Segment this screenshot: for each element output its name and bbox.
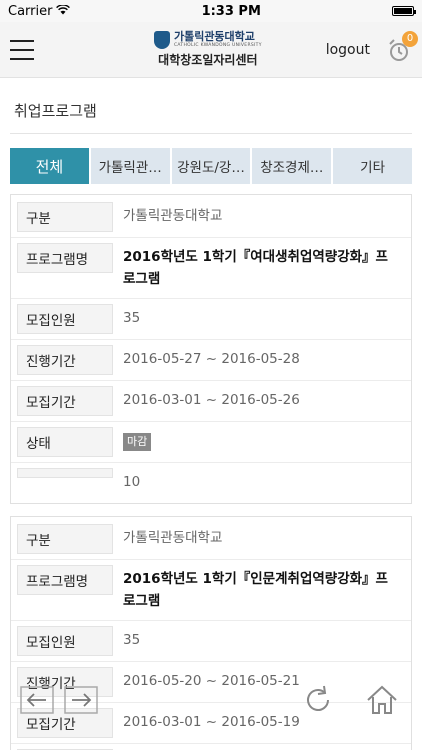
value-program-name: 2016학년도 1학기『여대생취업역량강화』프로그램	[123, 249, 388, 287]
row-division: 구분 가톨릭관동대학교	[11, 197, 411, 238]
program-card[interactable]: 구분 가톨릭관동대학교 프로그램명 2016학년도 1학기『여대생취업역량강화』…	[10, 194, 412, 504]
university-logo: 가톨릭관동대학교 CATHOLIC KWANDONG UNIVERSITY 대학…	[153, 31, 262, 68]
label-recruit-count: 모집인원	[17, 626, 113, 656]
value-progress-period: 2016-05-20 ~ 2016-05-21	[123, 673, 300, 689]
arrow-left-icon	[20, 686, 54, 714]
status-time: 1:33 PM	[201, 3, 261, 19]
carrier-label: Carrier	[8, 3, 53, 19]
status-badge: 마감	[123, 433, 152, 451]
label-program-name: 프로그램명	[17, 243, 113, 273]
label-division: 구분	[17, 524, 113, 554]
wifi-icon	[56, 3, 71, 19]
label-status: 상태	[17, 427, 113, 457]
row-status: 상태 마감	[11, 744, 411, 750]
row-status: 상태 마감	[11, 422, 411, 463]
tab-catholic-kwandong[interactable]: 가톨릭관…	[90, 148, 170, 184]
tab-etc[interactable]: 기타	[333, 148, 412, 184]
status-left: Carrier	[8, 3, 71, 19]
value-division: 가톨릭관동대학교	[123, 530, 223, 546]
status-bar: Carrier 1:33 PM	[0, 0, 422, 22]
label-recruit-period: 모집기간	[17, 386, 113, 416]
label-empty	[17, 468, 113, 478]
back-button[interactable]	[20, 686, 54, 714]
battery-icon	[391, 6, 416, 16]
app-header: 가톨릭관동대학교 CATHOLIC KWANDONG UNIVERSITY 대학…	[0, 22, 422, 78]
row-recruit-count: 모집인원 35	[11, 621, 411, 662]
alarm-button[interactable]: 0	[386, 30, 418, 63]
value-program-name: 2016학년도 1학기『인문계취업역량강화』프로그램	[123, 571, 388, 609]
value-extra: 10	[123, 474, 141, 490]
value-recruit-count: 35	[123, 310, 141, 326]
battery-fill	[393, 8, 412, 14]
home-button[interactable]	[364, 682, 400, 718]
logo-subtitle: 대학창조일자리센터	[158, 53, 258, 67]
logo-emblem-icon	[153, 31, 170, 49]
value-recruit-count: 35	[123, 632, 141, 648]
refresh-icon	[307, 685, 329, 711]
label-division: 구분	[17, 202, 113, 232]
row-program-name: 프로그램명 2016학년도 1학기『인문계취업역량강화』프로그램	[11, 560, 411, 621]
row-program-name: 프로그램명 2016학년도 1학기『여대생취업역량강화』프로그램	[11, 238, 411, 299]
hamburger-menu-icon[interactable]	[10, 39, 34, 60]
logo-korean: 가톨릭관동대학교	[173, 30, 255, 43]
alarm-count-badge: 0	[402, 30, 418, 47]
page-title: 취업프로그램	[10, 78, 412, 134]
value-progress-period: 2016-05-27 ~ 2016-05-28	[123, 351, 300, 367]
row-extra: 10	[11, 463, 411, 501]
home-icon	[367, 685, 397, 714]
logo-text: 가톨릭관동대학교 CATHOLIC KWANDONG UNIVERSITY	[174, 31, 262, 49]
value-recruit-period: 2016-03-01 ~ 2016-05-26	[123, 392, 300, 408]
tab-all[interactable]: 전체	[10, 148, 89, 184]
row-division: 구분 가톨릭관동대학교	[11, 519, 411, 560]
label-recruit-count: 모집인원	[17, 304, 113, 334]
refresh-button[interactable]	[300, 682, 336, 718]
value-status: 마감	[113, 427, 161, 455]
arrow-right-icon	[64, 686, 98, 714]
row-recruit-period: 모집기간 2016-03-01 ~ 2016-05-26	[11, 381, 411, 422]
tab-gangwon[interactable]: 강원도/강…	[171, 148, 251, 184]
tab-creative-economy[interactable]: 창조경제…	[252, 148, 332, 184]
label-progress-period: 진행기간	[17, 345, 113, 375]
logo-english: CATHOLIC KWANDONG UNIVERSITY	[173, 43, 262, 48]
float-actions	[300, 682, 400, 718]
row-progress-period: 진행기간 2016-05-27 ~ 2016-05-28	[11, 340, 411, 381]
float-nav	[20, 686, 98, 714]
logout-button[interactable]: logout	[326, 42, 370, 58]
logo-top: 가톨릭관동대학교 CATHOLIC KWANDONG UNIVERSITY	[153, 31, 262, 49]
value-division: 가톨릭관동대학교	[123, 208, 223, 224]
header-actions: logout 0	[326, 30, 418, 63]
forward-button[interactable]	[64, 686, 98, 714]
row-recruit-count: 모집인원 35	[11, 299, 411, 340]
category-tabs: 전체 가톨릭관… 강원도/강… 창조경제… 기타	[10, 148, 412, 184]
label-program-name: 프로그램명	[17, 565, 113, 595]
value-recruit-period: 2016-03-01 ~ 2016-05-19	[123, 714, 300, 730]
